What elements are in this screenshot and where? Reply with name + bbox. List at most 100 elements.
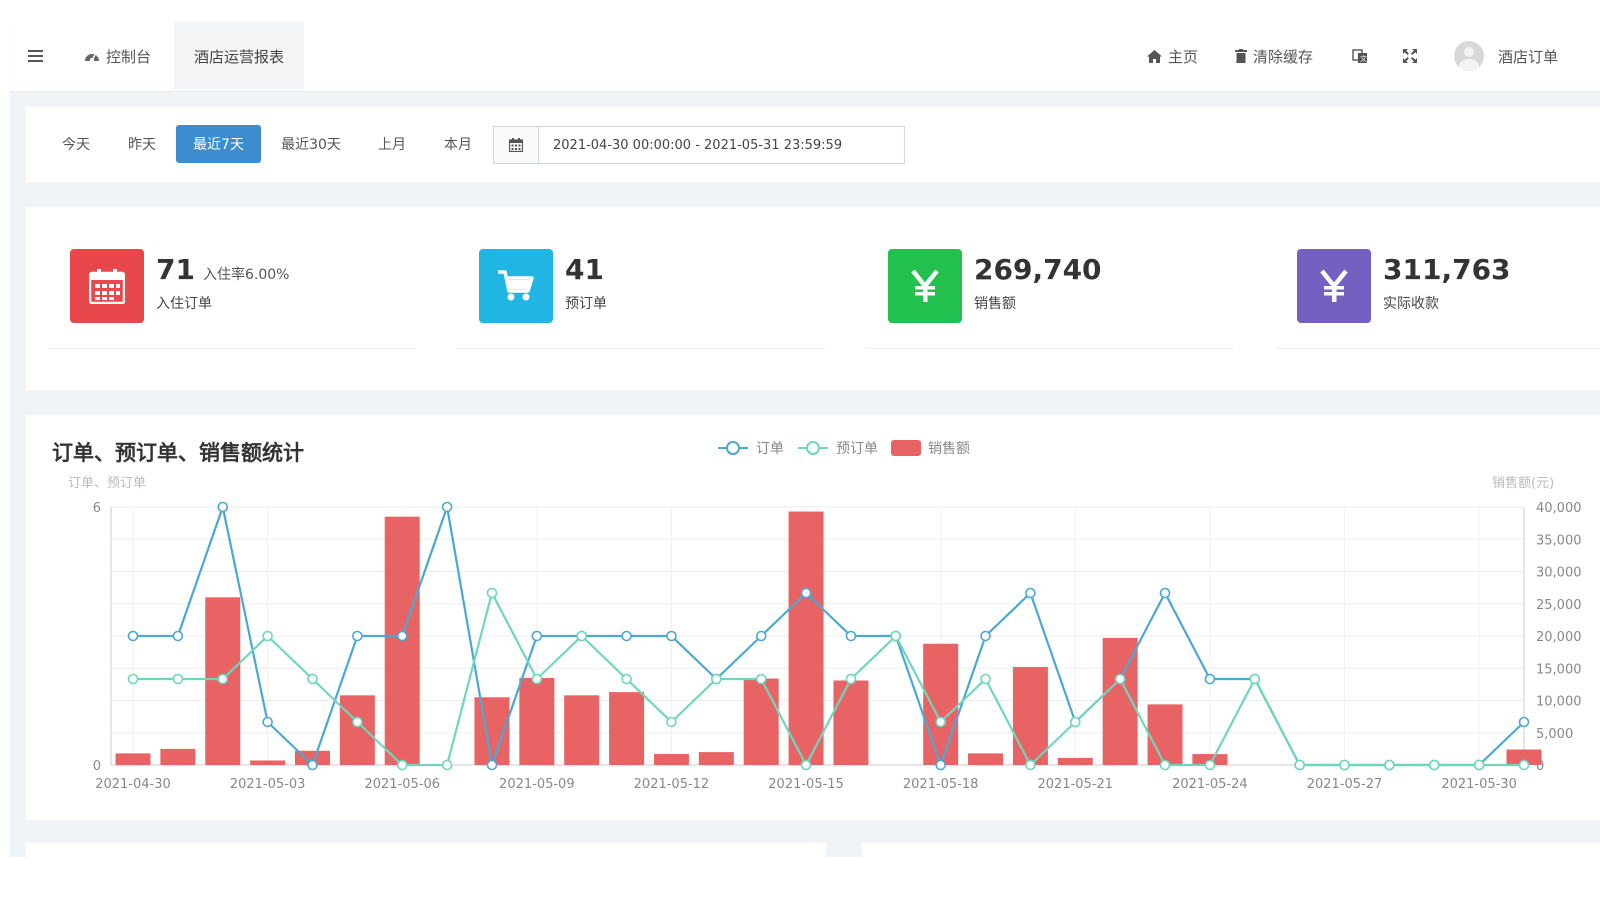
stat-value: 269,740	[974, 253, 1102, 286]
reservations-point	[621, 673, 632, 685]
filter-yesterday-button[interactable]: 昨天	[114, 125, 170, 163]
sales-bar	[160, 748, 196, 765]
x-tick-label: 2021-05-27	[1307, 777, 1383, 792]
orders-point	[980, 630, 991, 642]
sales-bar	[339, 695, 375, 765]
svg-text:文: 文	[1360, 54, 1367, 63]
nav-dashboard-link[interactable]: 控制台	[84, 22, 151, 90]
orders-point	[486, 759, 498, 771]
stat-label: 销售额	[974, 296, 1016, 312]
nav-home-link[interactable]: 主页	[1147, 22, 1198, 90]
page-bottom-edge	[0, 857, 1600, 900]
chart-panel: 订单、预订单、销售额统计 0 5,000 10,000 15,000 20,000 25,…	[26, 415, 1600, 820]
stat-icon-box	[888, 249, 962, 323]
sales-bar	[250, 760, 286, 765]
x-tick-label: 2021-05-24	[1172, 777, 1248, 792]
legend-sales-swatch	[891, 440, 921, 456]
reservations-point	[666, 716, 677, 728]
stat-icon-box	[70, 249, 144, 323]
language-button[interactable]: 文	[1352, 22, 1374, 90]
stat-label: 入住订单	[156, 296, 212, 312]
dashboard-icon	[85, 54, 99, 62]
occupancy-rate: 入住率6.00%	[202, 267, 290, 283]
order-sales-chart: 0 5,000 10,000 15,000 20,000 25,000 30,000 35,0…	[68, 440, 1582, 792]
user-menu[interactable]: 酒店订单	[1454, 22, 1558, 90]
filter-today-button[interactable]: 今天	[48, 125, 104, 163]
y-left-tick-label: 0	[93, 759, 101, 774]
orders-point	[755, 630, 767, 642]
orders-point	[352, 630, 363, 642]
date-range-picker[interactable]: 2021-04-30 00:00:00 - 2021-05-31 23:59:5…	[493, 126, 905, 164]
y-right-tick-label: 30,000	[1536, 566, 1582, 581]
sales-bar	[743, 678, 779, 765]
sales-bar	[653, 754, 689, 765]
menu-toggle-button[interactable]	[28, 22, 50, 90]
y-right-tick-label: 20,000	[1536, 630, 1582, 645]
reservations-point	[1339, 759, 1350, 771]
fullscreen-button[interactable]	[1402, 22, 1424, 90]
reservations-point	[1204, 759, 1216, 771]
orders-point	[1518, 716, 1530, 728]
reservations-point	[755, 673, 767, 685]
orders-point	[307, 759, 318, 771]
stats-panel: 71 入住率6.00% 入住订单 41 预订单 269,740 销售额 311,7…	[26, 207, 1600, 390]
calendar-icon	[509, 138, 523, 152]
filter-last30-button[interactable]: 最近30天	[270, 125, 352, 163]
stat-card-reservations: 41 预订单	[457, 247, 825, 349]
bottom-panel-left	[26, 843, 826, 857]
clear-cache-button[interactable]: 清除缓存	[1235, 22, 1313, 90]
x-tick-label: 2021-05-03	[230, 777, 306, 792]
reservations-point	[935, 716, 946, 728]
y-right-tick-label: 10,000	[1536, 695, 1582, 710]
orders-point	[396, 630, 408, 642]
y-left-tick-label: 6	[93, 501, 101, 516]
reservations-point	[980, 673, 991, 685]
orders-point	[531, 630, 543, 642]
stat-card-received: 311,763 实际收款	[1275, 247, 1600, 349]
sales-bar	[609, 692, 645, 765]
reservations-point	[262, 630, 273, 642]
filter-this-month-button[interactable]: 本月	[430, 125, 486, 163]
tab-hotel-report[interactable]: 酒店运营报表	[174, 22, 305, 90]
legend-sales-label: 销售额	[928, 441, 970, 457]
stat-value: 311,763	[1383, 253, 1511, 286]
date-filter-panel: 今天 昨天 最近7天 最近30天 上月 本月 2021-04-30 00:00:…	[26, 107, 1600, 182]
filter-last-month-button[interactable]: 上月	[364, 125, 420, 163]
stat-icon-box	[479, 249, 553, 323]
reservations-point	[1428, 759, 1440, 771]
x-tick-label: 2021-05-21	[1038, 777, 1114, 792]
bottom-panel-right	[862, 843, 1600, 857]
x-tick-label: 2021-04-30	[95, 777, 171, 792]
orders-point	[1204, 673, 1216, 685]
reservations-point	[396, 759, 408, 771]
orders-point	[217, 501, 229, 513]
reservations-point	[1473, 759, 1485, 771]
stat-card-checkin-orders: 71 入住率6.00% 入住订单	[48, 247, 416, 349]
stat-icon-box	[1297, 249, 1371, 323]
nav-home-label: 主页	[1168, 47, 1199, 66]
stat-label: 实际收款	[1383, 296, 1439, 312]
reservations-point	[711, 673, 722, 685]
reservations-point	[1069, 716, 1081, 728]
orders-point	[172, 630, 184, 642]
reservations-point	[352, 716, 363, 728]
date-picker-addon[interactable]	[494, 127, 539, 163]
stat-value: 41	[565, 253, 604, 286]
reservations-point	[1025, 759, 1036, 771]
x-tick-label: 2021-05-15	[768, 777, 844, 792]
x-tick-label: 2021-05-30	[1441, 777, 1517, 792]
user-name: 酒店订单	[1498, 47, 1559, 66]
y-left-axis-label: 订单、预订单	[68, 476, 146, 491]
yen-icon	[911, 269, 939, 302]
reservations-point	[1384, 759, 1395, 771]
filter-last7-button[interactable]: 最近7天	[176, 125, 261, 163]
top-navbar: 控制台 酒店运营报表 主页 清除缓存 文 酒店订单	[10, 22, 1600, 92]
sales-bar	[923, 643, 959, 765]
legend-reservations-marker	[806, 441, 820, 455]
reservations-point	[890, 630, 902, 642]
orders-point	[441, 501, 453, 513]
sales-bar	[115, 753, 151, 765]
legend-reservations-label: 预订单	[836, 441, 878, 457]
orders-point	[1025, 587, 1036, 599]
date-range-input[interactable]: 2021-04-30 00:00:00 - 2021-05-31 23:59:5…	[539, 127, 904, 163]
